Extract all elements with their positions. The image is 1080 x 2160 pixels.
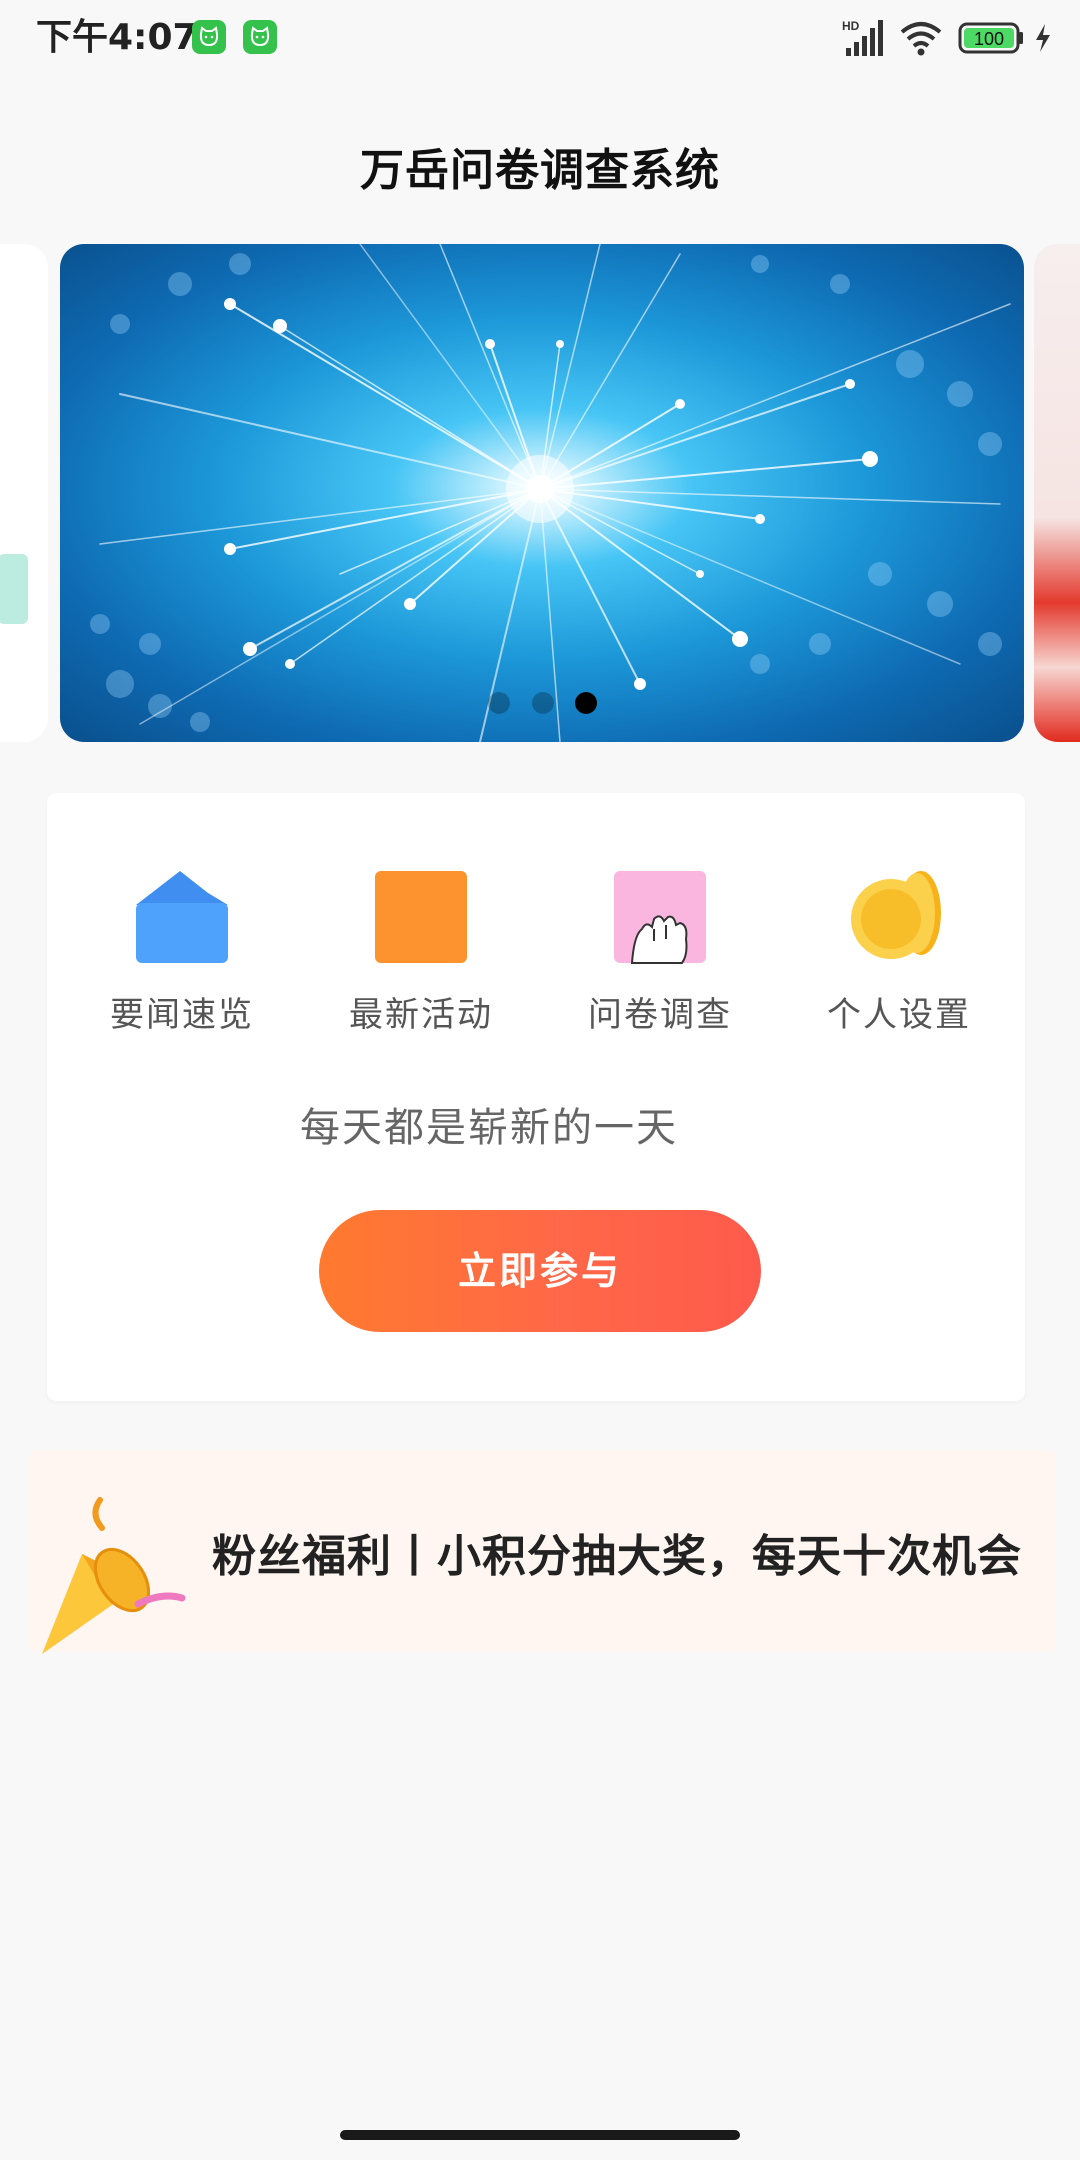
carousel-pagination — [0, 692, 1080, 722]
cat-app-icon — [243, 20, 277, 54]
charging-bolt-icon — [1032, 18, 1054, 62]
party-horn-icon — [42, 1494, 192, 1658]
join-now-button[interactable]: 立即参与 — [319, 1210, 761, 1332]
svg-text:100: 100 — [974, 29, 1004, 49]
light-burst-image — [90, 244, 1011, 742]
hand-icon — [612, 869, 708, 965]
feature-settings[interactable]: 个人设置 — [799, 869, 999, 1036]
carousel-slide-next[interactable] — [1034, 244, 1080, 742]
feature-label: 最新活动 — [349, 995, 493, 1035]
folder-icon — [134, 869, 230, 965]
page-title: 万岳问卷调查系统 — [360, 145, 720, 196]
feature-card: 要闻速览 最新活动 问卷调查 个人设置 每天都是崭新的一天 立即参与 — [47, 793, 1025, 1401]
feature-label: 问卷调查 — [588, 995, 732, 1035]
slide-decoration — [0, 554, 28, 624]
banner-carousel[interactable] — [0, 244, 1080, 742]
square-icon — [373, 869, 469, 965]
signal-icon: HD — [842, 18, 888, 62]
cat-app-icon — [192, 20, 226, 54]
promo-text: 粉丝福利丨小积分抽大奖，每天十次机会 — [212, 1531, 1022, 1582]
status-bar: 下午4:07 HD 100 — [0, 0, 1080, 76]
tagline: 每天都是崭新的一天 — [300, 1105, 678, 1151]
carousel-dot[interactable] — [488, 692, 510, 714]
feature-news[interactable]: 要闻速览 — [82, 869, 282, 1036]
battery-icon: 100 — [958, 18, 1026, 62]
coin-icon — [851, 869, 947, 965]
carousel-slide-prev[interactable] — [0, 244, 48, 742]
feature-survey[interactable]: 问卷调查 — [560, 869, 760, 1036]
status-time: 下午4:07 — [36, 17, 198, 58]
carousel-dot[interactable] — [532, 692, 554, 714]
feature-label: 要闻速览 — [110, 995, 254, 1035]
carousel-dot-active[interactable] — [575, 692, 597, 714]
feature-activities[interactable]: 最新活动 — [321, 869, 521, 1036]
feature-label: 个人设置 — [827, 995, 971, 1035]
carousel-slide-current[interactable] — [60, 244, 1024, 742]
promo-banner[interactable]: 粉丝福利丨小积分抽大奖，每天十次机会 — [28, 1450, 1056, 1654]
home-indicator[interactable] — [340, 2130, 740, 2140]
svg-text:HD: HD — [842, 19, 860, 33]
wifi-icon — [898, 18, 944, 62]
